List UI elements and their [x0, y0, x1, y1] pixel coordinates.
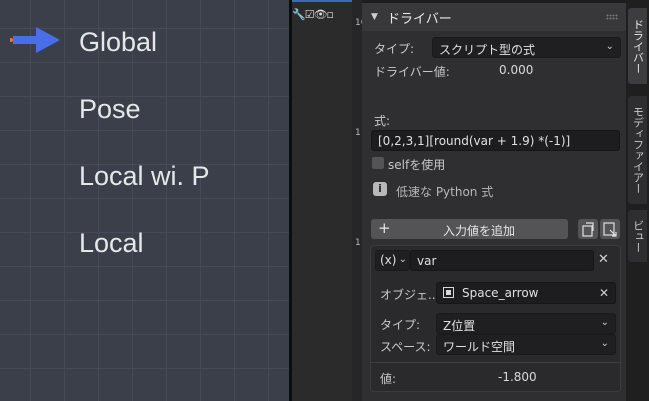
driver-type-value: スクリプト型の式 [439, 43, 536, 57]
expression-field[interactable]: [0,2,3,1][round(var + 1.9) *(-1)] [371, 130, 620, 151]
space-dropdown[interactable]: ワールド空間 ⌄ [436, 334, 616, 355]
transform-type-dropdown[interactable]: Z位置 ⌄ [436, 313, 616, 334]
tab-view[interactable]: ビュー [628, 210, 647, 262]
viewport-label-pose: Pose [79, 94, 141, 124]
slow-python-label: 低速な Python 式 [396, 185, 494, 199]
plus-icon: + [378, 219, 391, 237]
eye-icon[interactable]: 👁 [314, 8, 328, 21]
space-label: スペース: [380, 340, 431, 354]
use-self-label: selfを使用 [388, 158, 446, 172]
clear-object-icon[interactable]: ✕ [599, 286, 609, 300]
object-label: オブジェ... [380, 288, 440, 302]
transform-type-label: タイプ: [380, 318, 421, 332]
driver-value: 0.000 [499, 63, 534, 77]
camera-icon[interactable]: ▫ [327, 8, 335, 21]
ruler-number: 1 [355, 128, 361, 138]
chevron-down-icon: ⌄ [605, 41, 614, 52]
object-field[interactable]: Space_arrow ✕ [436, 282, 616, 304]
info-icon: i [373, 182, 387, 196]
arrow-object-icon [10, 27, 60, 53]
variable-name-field[interactable]: var [410, 250, 594, 271]
type-label: タイプ: [374, 42, 415, 56]
viewport-label-local: Local [79, 228, 144, 258]
add-input-button[interactable]: + 入力値を追加 [371, 219, 568, 239]
divider [371, 362, 620, 363]
checkbox-icon[interactable]: ☑ [305, 8, 315, 21]
use-self-checkbox[interactable] [372, 157, 384, 169]
outliner-icons: 🔧☑👁▫ [292, 8, 335, 21]
object-value: Space_arrow [462, 286, 539, 300]
transform-type-value: Z位置 [443, 319, 476, 333]
paste-variables-button[interactable] [600, 219, 620, 239]
wrench-icon[interactable]: 🔧 [292, 8, 306, 21]
driver-type-dropdown[interactable]: スクリプト型の式 ⌄ [432, 37, 621, 58]
chevron-down-icon: ⌄ [398, 254, 407, 265]
copy-icon [582, 222, 594, 237]
space-value: ワールド空間 [443, 340, 516, 354]
add-input-label: 入力値を追加 [443, 224, 516, 238]
tab-modifiers[interactable]: モディファイアー [628, 96, 647, 204]
outliner-selection-bar [292, 0, 352, 2]
viewport-label-local-wi-p: Local wi. P [79, 161, 210, 191]
editor-ruler [352, 0, 362, 401]
variable-type-dropdown[interactable]: (x) ⌄ [375, 250, 410, 271]
drivers-panel-header[interactable]: ▼ ドライバー [362, 3, 626, 31]
paste-icon [603, 222, 617, 237]
tab-drivers[interactable]: ドライバー [628, 8, 647, 84]
chevron-down-icon: ⌄ [600, 317, 609, 328]
collapse-triangle-icon[interactable]: ▼ [371, 12, 378, 22]
expression-value: [0,2,3,1][round(var + 1.9) *(-1)] [378, 134, 571, 148]
viewport-label-global: Global [79, 27, 158, 57]
variable-type-symbol: (x) [380, 253, 397, 267]
object-cube-icon [443, 287, 454, 298]
variable-value-label: 値: [380, 372, 397, 386]
drag-grip-icon[interactable] [606, 14, 618, 20]
panel-title: ドライバー [387, 12, 452, 27]
chevron-down-icon: ⌄ [600, 338, 609, 349]
copy-variables-button[interactable] [578, 219, 598, 239]
delete-variable-icon[interactable]: ✕ [598, 252, 609, 267]
ruler-number: 1 [355, 238, 361, 248]
driver-value-label: ドライバー値: [374, 65, 450, 79]
variable-name: var [417, 254, 437, 268]
expression-label: 式: [374, 114, 391, 128]
variable-value: -1.800 [498, 370, 537, 384]
outliner-panel: 🔧☑👁▫ [292, 0, 352, 401]
viewport-3d[interactable]: Global Pose Local wi. P Local [0, 0, 290, 401]
